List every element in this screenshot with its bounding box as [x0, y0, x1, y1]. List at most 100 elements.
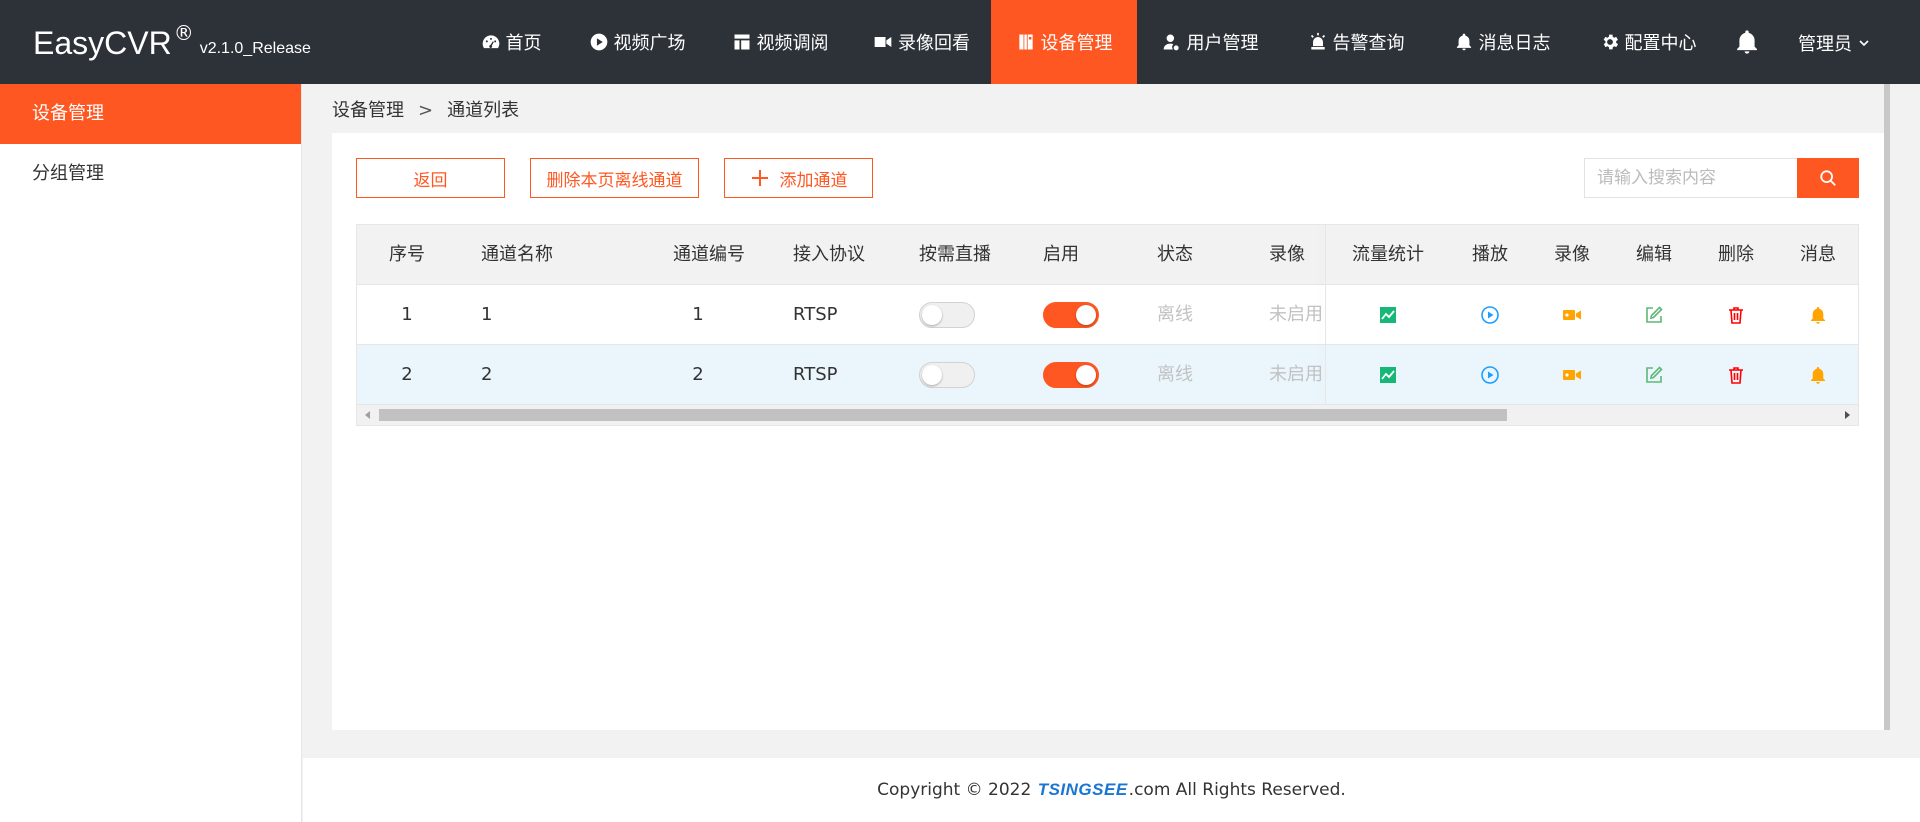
- horizontal-scrollbar[interactable]: [357, 405, 1858, 425]
- cell-record: 未启用: [1269, 304, 1323, 325]
- header-channel-number: 通道编号: [673, 244, 745, 265]
- plus-icon: [751, 170, 768, 186]
- sidebar-item-group-management[interactable]: 分组管理: [0, 144, 301, 204]
- nav-item-video-square[interactable]: 视频广场: [566, 0, 708, 84]
- message-bell-icon[interactable]: [1808, 365, 1828, 385]
- cell-channel-number: 2: [692, 364, 704, 385]
- header-delete: 删除: [1718, 244, 1754, 265]
- nav-label: 视频广场: [613, 33, 686, 54]
- header-on-demand: 按需直播: [919, 244, 991, 265]
- nav-label: 用户管理: [1186, 33, 1259, 54]
- table-header: 序号 通道名称 通道编号 接入协议 按需直播 启用 状态 录像 流量统计 播放 …: [357, 225, 1858, 285]
- message-bell-icon[interactable]: [1808, 305, 1828, 325]
- nav-label: 消息日志: [1478, 33, 1551, 54]
- record-video-icon[interactable]: [1562, 365, 1582, 385]
- header-status: 状态: [1157, 244, 1193, 265]
- bell-icon: [1456, 33, 1471, 51]
- cell-channel-name: 1: [481, 304, 493, 325]
- nav-item-message-log[interactable]: 消息日志: [1429, 0, 1575, 84]
- scroll-right-arrow-icon[interactable]: [1845, 411, 1850, 419]
- header-channel-name: 通道名称: [481, 244, 553, 265]
- cell-index: 1: [401, 304, 413, 325]
- nav-label: 首页: [505, 33, 542, 54]
- add-channel-button[interactable]: 添加通道: [724, 158, 873, 198]
- cell-protocol: RTSP: [793, 364, 838, 385]
- delete-trash-icon[interactable]: [1726, 305, 1746, 325]
- user-icon: [1163, 34, 1179, 51]
- app-brand: EasyCVR: [33, 25, 172, 61]
- nav-item-alarm-query[interactable]: 告警查询: [1283, 0, 1429, 84]
- header-index: 序号: [389, 244, 425, 265]
- notification-bell-icon[interactable]: [1733, 28, 1761, 56]
- nav-label: 配置中心: [1624, 33, 1697, 54]
- search-button[interactable]: [1797, 158, 1859, 198]
- dashboard-icon: [482, 35, 499, 49]
- add-channel-label: 添加通道: [779, 170, 848, 191]
- nav-item-home[interactable]: 首页: [456, 0, 566, 84]
- header-play: 播放: [1472, 244, 1508, 265]
- breadcrumb-current: 通道列表: [447, 100, 520, 121]
- user-menu[interactable]: 管理员: [1798, 30, 1870, 56]
- copyright-suffix: .com All Rights Reserved.: [1128, 780, 1346, 800]
- alarm-icon: [1310, 32, 1325, 50]
- on-demand-toggle[interactable]: [919, 302, 975, 328]
- on-demand-toggle[interactable]: [919, 362, 975, 388]
- nav-label: 视频调阅: [756, 33, 829, 54]
- enabled-toggle[interactable]: [1043, 302, 1099, 328]
- company-logo-text[interactable]: TSINGSEE: [1038, 780, 1128, 800]
- header-recording: 录像: [1554, 244, 1590, 265]
- sidebar-item-device-management[interactable]: 设备管理: [0, 84, 301, 144]
- scrollbar-thumb[interactable]: [379, 409, 1507, 421]
- table-row[interactable]: 2 2 2 RTSP 离线 未启用: [357, 345, 1858, 405]
- gear-icon: [1603, 34, 1618, 50]
- play-icon[interactable]: [1480, 365, 1500, 385]
- toggle-knob: [1076, 305, 1096, 325]
- fixed-column-divider: [1325, 225, 1326, 405]
- app-logo[interactable]: EasyCVR ® v2.1.0_Release: [33, 21, 311, 62]
- toggle-knob: [1076, 365, 1096, 385]
- nav-item-video-view[interactable]: 视频调阅: [708, 0, 852, 84]
- registered-mark: ®: [173, 21, 194, 45]
- delete-trash-icon[interactable]: [1726, 365, 1746, 385]
- nav-item-user-management[interactable]: 用户管理: [1137, 0, 1283, 84]
- nav-label: 录像回看: [898, 33, 970, 54]
- breadcrumb-parent[interactable]: 设备管理: [332, 100, 404, 121]
- app-version: v2.1.0_Release: [199, 40, 311, 57]
- cell-protocol: RTSP: [793, 304, 838, 325]
- search-input[interactable]: [1584, 158, 1798, 198]
- channel-table: 序号 通道名称 通道编号 接入协议 按需直播 启用 状态 录像 流量统计 播放 …: [356, 224, 1859, 426]
- table-row[interactable]: 1 1 1 RTSP 离线 未启用: [357, 285, 1858, 345]
- cell-index: 2: [401, 364, 413, 385]
- edit-icon[interactable]: [1644, 365, 1664, 385]
- layout-icon: [734, 34, 749, 50]
- nav-item-config-center[interactable]: 配置中心: [1575, 0, 1721, 84]
- scroll-left-arrow-icon[interactable]: [365, 411, 370, 419]
- top-navbar: EasyCVR ® v2.1.0_Release 首页 视频广场 视频调阅 录像…: [0, 0, 1920, 84]
- header-traffic: 流量统计: [1352, 244, 1424, 265]
- cell-channel-number: 1: [692, 304, 704, 325]
- play-icon[interactable]: [1480, 305, 1500, 325]
- traffic-chart-icon[interactable]: [1378, 305, 1398, 325]
- nav-label: 告警查询: [1332, 33, 1405, 54]
- enabled-toggle[interactable]: [1043, 362, 1099, 388]
- vertical-scrollbar[interactable]: [1884, 84, 1890, 730]
- content-panel: [332, 133, 1884, 730]
- breadcrumb-separator: >: [418, 100, 434, 121]
- header-protocol: 接入协议: [793, 244, 865, 265]
- cell-status: 离线: [1157, 364, 1193, 385]
- nav-item-playback[interactable]: 录像回看: [852, 0, 991, 84]
- back-button[interactable]: 返回: [356, 158, 505, 198]
- footer: Copyright © 2022 TSINGSEE .com All Rights…: [303, 758, 1920, 822]
- cell-record: 未启用: [1269, 364, 1323, 385]
- nav-item-device-management[interactable]: 设备管理: [991, 0, 1137, 84]
- traffic-chart-icon[interactable]: [1378, 365, 1398, 385]
- breadcrumb: 设备管理 > 通道列表: [332, 96, 519, 122]
- play-circle-icon: [590, 33, 607, 51]
- edit-icon[interactable]: [1644, 305, 1664, 325]
- device-icon: [1018, 34, 1033, 50]
- header-message: 消息: [1800, 244, 1836, 265]
- header-enabled: 启用: [1043, 244, 1079, 265]
- record-video-icon[interactable]: [1562, 305, 1582, 325]
- user-name: 管理员: [1798, 34, 1852, 55]
- delete-offline-channels-button[interactable]: 删除本页离线通道: [530, 158, 699, 198]
